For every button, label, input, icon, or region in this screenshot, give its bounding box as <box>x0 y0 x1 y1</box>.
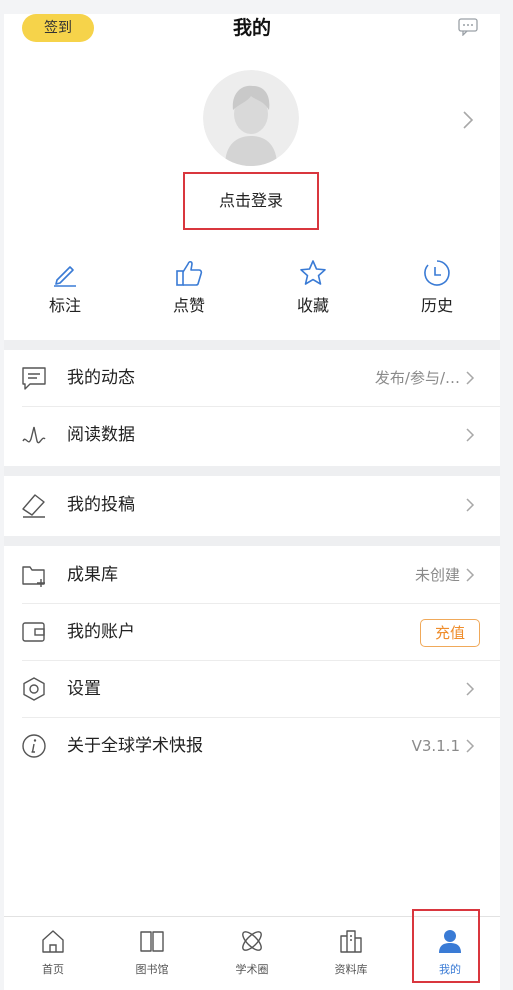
signin-button[interactable]: 签到 <box>22 14 94 42</box>
login-link[interactable]: 点击登录 <box>183 172 319 230</box>
tab-label: 资料库 <box>334 963 368 976</box>
menu-item-value: 未创建 <box>414 566 460 584</box>
menu-item-label: 关于全球学术快报 <box>67 736 203 756</box>
menu-item-dynamics[interactable]: 我的动态 发布/参与/… <box>4 350 500 407</box>
menu-item-reading-data[interactable]: 阅读数据 <box>4 407 500 464</box>
section-divider <box>4 340 500 350</box>
quick-action-label: 点赞 <box>172 296 205 315</box>
wallet-icon <box>22 622 45 642</box>
chevron-right-icon <box>466 568 475 582</box>
tab-home[interactable]: 首页 <box>18 917 88 989</box>
clock-icon <box>424 260 450 286</box>
menu-item-account[interactable]: 我的账户 充值 <box>4 604 500 661</box>
menu-item-label: 阅读数据 <box>67 425 135 445</box>
quick-actions: 标注 点赞 收藏 历史 <box>4 258 500 328</box>
quick-action-label: 标注 <box>48 296 81 315</box>
star-icon <box>300 260 326 285</box>
menu-item-label: 成果库 <box>67 565 118 585</box>
recharge-button[interactable]: 充值 <box>420 619 480 647</box>
header: 我的 签到 <box>4 14 500 44</box>
quick-action-like[interactable]: 点赞 <box>144 258 234 316</box>
quick-action-annotate[interactable]: 标注 <box>20 258 110 316</box>
pencil-icon <box>54 266 76 287</box>
chevron-right-icon[interactable] <box>462 110 474 130</box>
section-divider <box>4 466 500 476</box>
folder-add-icon <box>22 566 45 587</box>
tab-library[interactable]: 图书馆 <box>117 917 187 989</box>
chevron-right-icon <box>466 682 475 696</box>
menu-item-about[interactable]: 关于全球学术快报 V3.1.1 <box>4 718 500 775</box>
chevron-right-icon <box>466 371 475 385</box>
quick-action-label: 收藏 <box>296 296 329 315</box>
menu-item-settings[interactable]: 设置 <box>4 661 500 718</box>
quick-action-label: 历史 <box>420 296 453 315</box>
menu-item-label: 我的账户 <box>67 622 135 642</box>
gear-icon <box>23 677 45 701</box>
atom-icon <box>242 931 262 951</box>
chevron-right-icon <box>466 739 475 753</box>
default-avatar-icon[interactable] <box>203 70 299 166</box>
quick-action-favorite[interactable]: 收藏 <box>268 258 358 316</box>
tab-label: 学术圈 <box>235 963 269 976</box>
active-tab-highlight <box>412 909 480 983</box>
comment-icon <box>22 367 46 390</box>
tab-database[interactable]: 资料库 <box>316 917 386 989</box>
menu-item-submission[interactable]: 我的投稿 <box>4 477 500 534</box>
tab-academic-circle[interactable]: 学术圈 <box>217 917 287 989</box>
tab-label: 首页 <box>42 963 64 976</box>
thumbs-up-icon <box>176 260 203 286</box>
menu-item-value: 发布/参与/… <box>374 369 460 387</box>
info-icon <box>22 734 46 758</box>
version-label: V3.1.1 <box>411 737 460 755</box>
library-icon <box>340 930 362 953</box>
quick-action-history[interactable]: 历史 <box>392 258 482 316</box>
menu-item-label: 设置 <box>67 679 101 699</box>
waveform-icon <box>22 426 46 444</box>
tab-label: 图书馆 <box>135 963 169 976</box>
send-paper-icon <box>22 494 45 518</box>
menu-item-label: 我的动态 <box>67 368 135 388</box>
chevron-right-icon <box>466 428 475 442</box>
section-divider <box>4 536 500 546</box>
book-icon <box>140 931 164 952</box>
chevron-right-icon <box>466 498 475 512</box>
menu-item-label: 我的投稿 <box>67 495 135 515</box>
chat-bubble-icon[interactable] <box>458 18 478 36</box>
my-page: 我的 签到 点击登录 标注 点赞 收藏 历史 我的动态 发布/参与/… 阅读数据… <box>4 14 500 990</box>
menu-item-achievements[interactable]: 成果库 未创建 <box>4 547 500 604</box>
home-icon <box>42 930 64 953</box>
